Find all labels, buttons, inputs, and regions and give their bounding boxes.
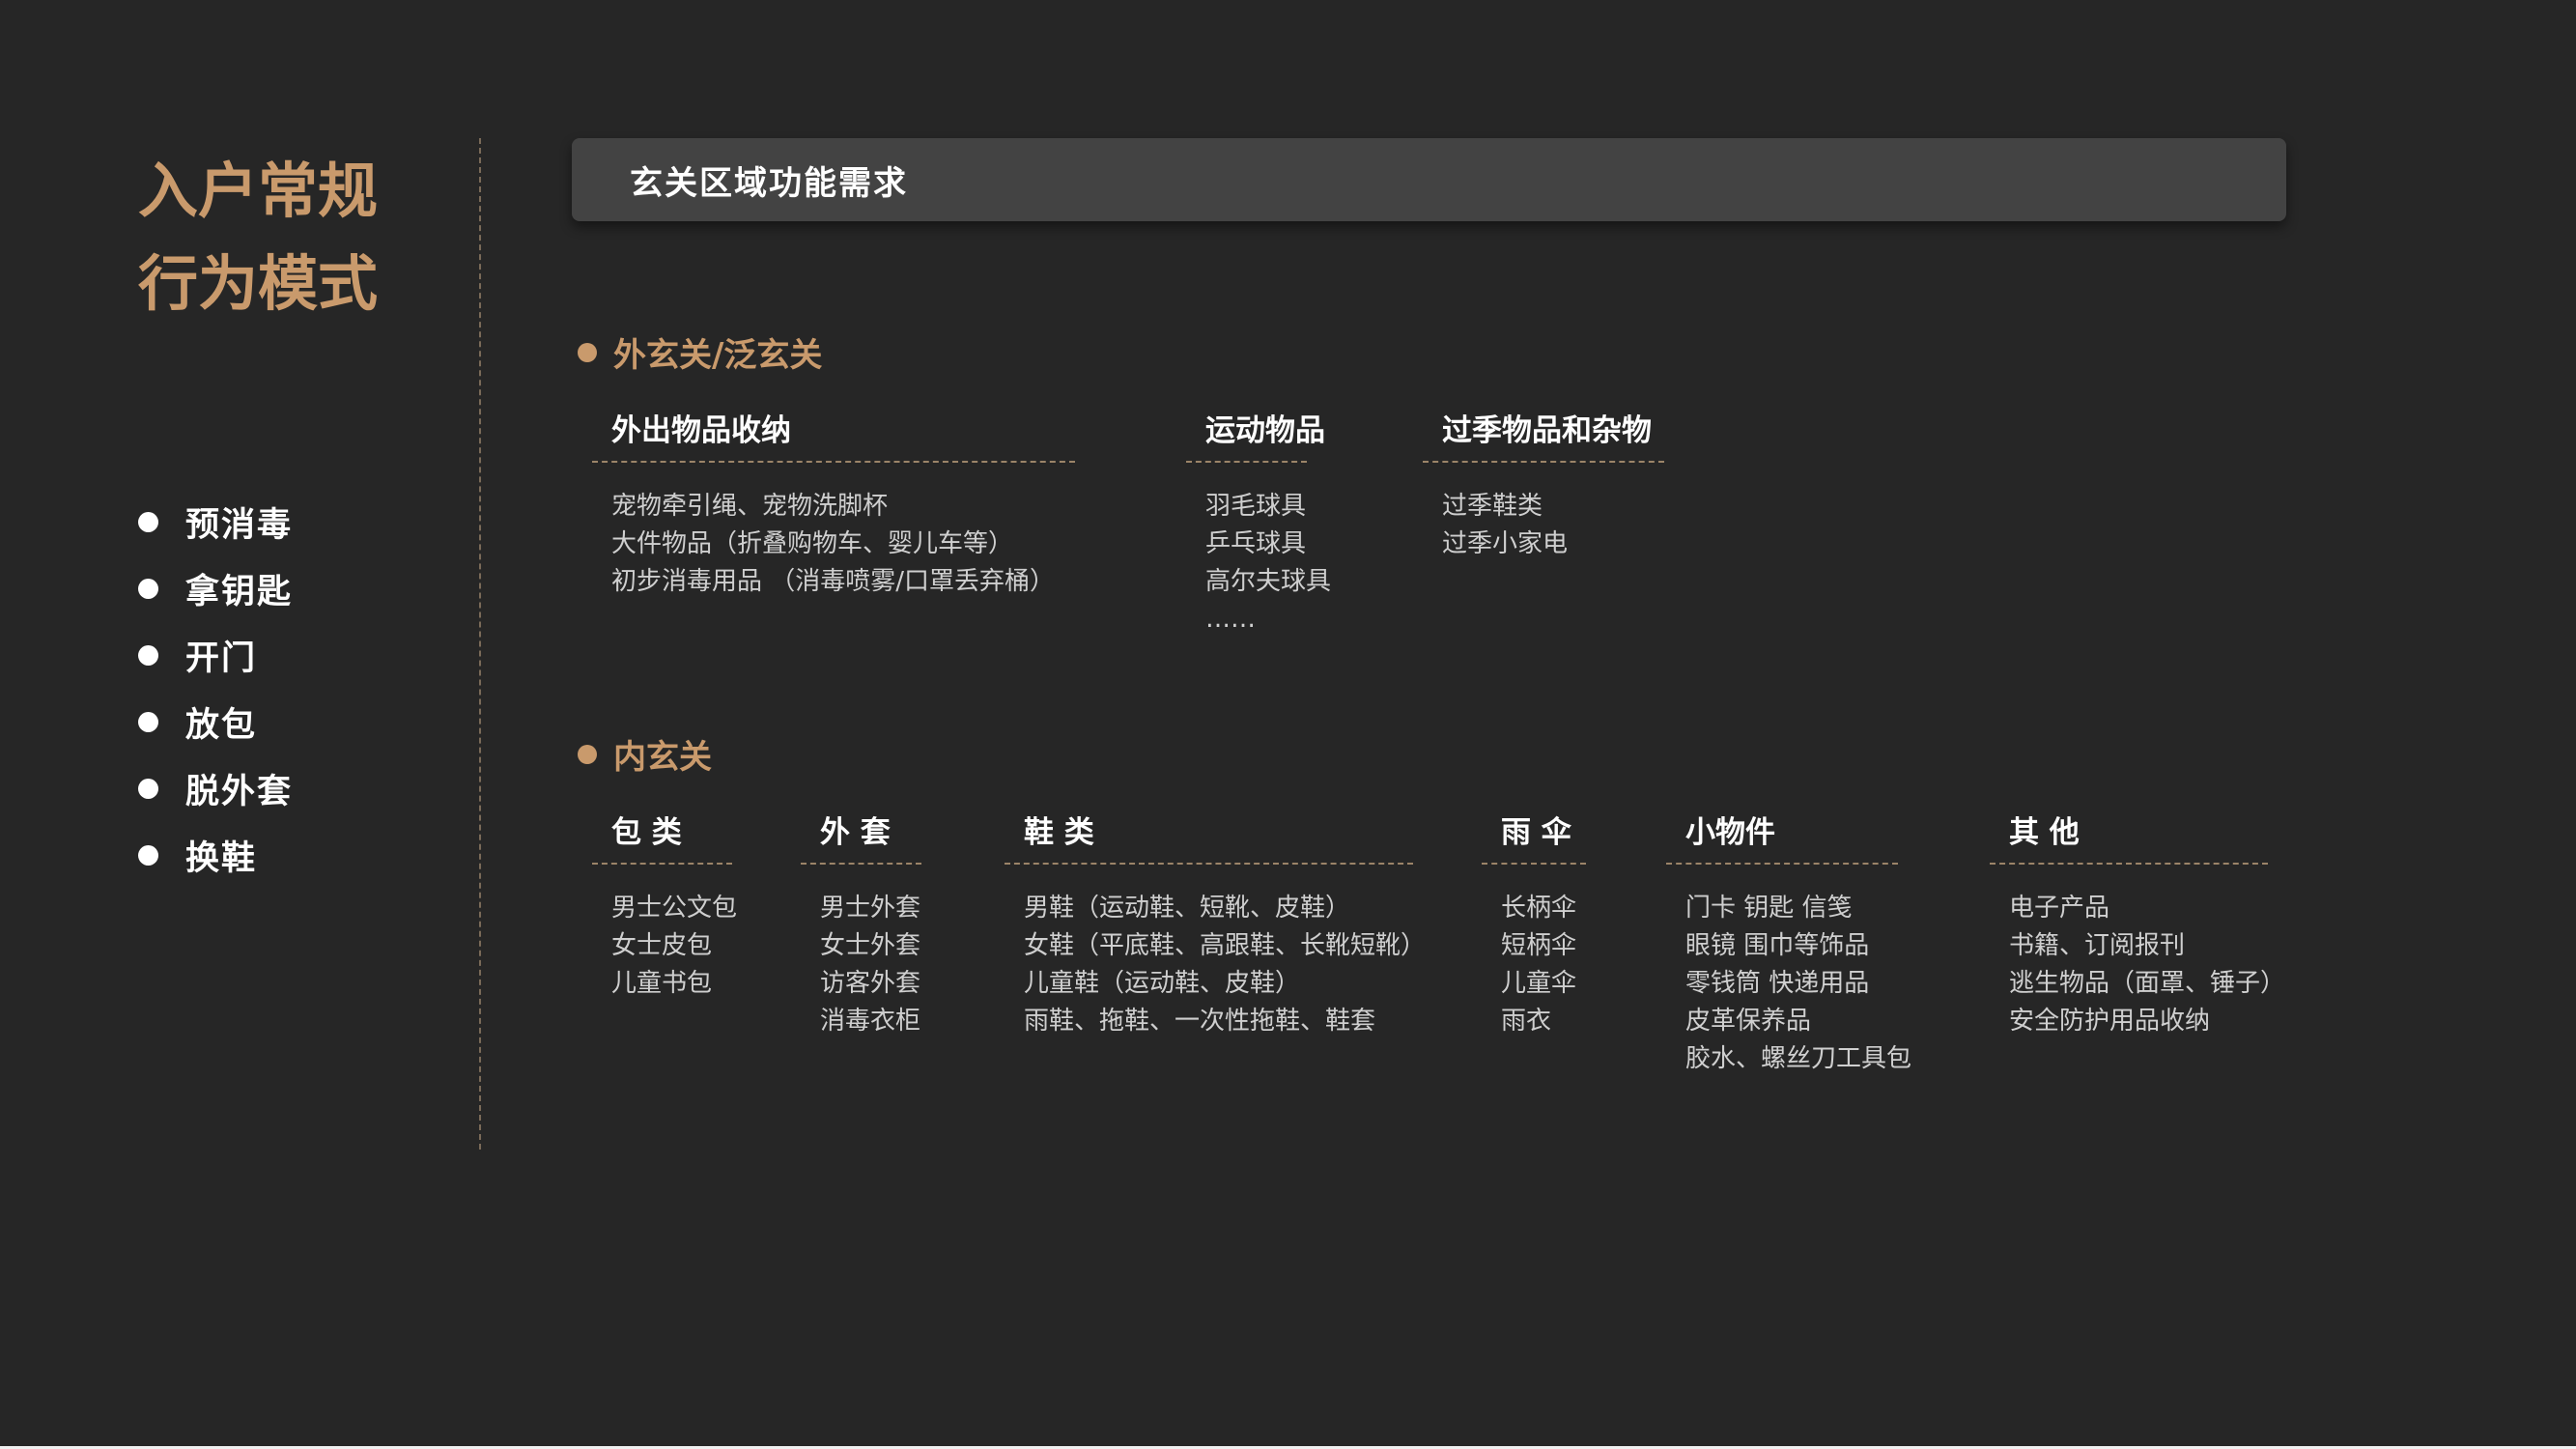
- category-items: 男士外套 女士外套 访客外套 消毒衣柜: [801, 890, 921, 1040]
- category-items: 男鞋（运动鞋、短靴、皮鞋） 女鞋（平底鞋、高跟鞋、长靴短靴） 儿童鞋（运动鞋、皮…: [1005, 890, 1426, 1040]
- category-column: 鞋 类 男鞋（运动鞋、短靴、皮鞋） 女鞋（平底鞋、高跟鞋、长靴短靴） 儿童鞋（运…: [1005, 808, 1426, 1040]
- category-item: 儿童鞋（运动鞋、皮鞋）: [1024, 969, 1301, 998]
- bullet-dot-icon: [138, 512, 158, 532]
- behavior-label: 放包: [185, 706, 258, 745]
- category-items: 男士公文包 女士皮包 儿童书包: [592, 890, 737, 1003]
- section-dot-icon: [578, 744, 597, 764]
- category-item: 安全防护用品收纳: [2009, 1007, 2211, 1036]
- behavior-item: 拿钥匙: [138, 555, 293, 622]
- category-heading: 运动物品: [1186, 406, 1325, 463]
- header-title: 玄关区域功能需求: [630, 163, 908, 203]
- category-item: 儿童伞: [1501, 969, 1577, 998]
- category-items: 宠物牵引绳、宠物洗脚杯 大件物品（折叠购物车、婴儿车等） 初步消毒用品 （消毒喷…: [592, 488, 1075, 601]
- bullet-dot-icon: [138, 779, 158, 799]
- category-item: 男士外套: [820, 894, 921, 923]
- category-column: 雨 伞 长柄伞 短柄伞 儿童伞 雨衣: [1482, 808, 1586, 1040]
- behavior-label: 拿钥匙: [185, 573, 294, 611]
- category-heading: 雨 伞: [1482, 808, 1586, 865]
- category-item: 零钱筒 快递用品: [1685, 969, 1870, 998]
- bullet-dot-icon: [138, 645, 158, 666]
- category-item: 羽毛球具: [1205, 492, 1307, 521]
- category-heading: 鞋 类: [1005, 808, 1413, 865]
- category-item: 男鞋（运动鞋、短靴、皮鞋）: [1024, 894, 1351, 923]
- category-items: 门卡 钥匙 信笺 眼镜 围巾等饰品 零钱筒 快递用品 皮革保养品 胶水、螺丝刀工…: [1666, 890, 1911, 1078]
- category-item: 逃生物品（面罩、锤子）: [2009, 969, 2286, 998]
- category-item: 雨鞋、拖鞋、一次性拖鞋、鞋套: [1024, 1007, 1376, 1036]
- page-title: 入户常规 行为模式: [138, 145, 378, 330]
- category-item: 访客外套: [820, 969, 921, 998]
- category-item: 过季小家电: [1442, 529, 1569, 558]
- category-item: 短柄伞: [1501, 931, 1577, 960]
- category-column: 小物件 门卡 钥匙 信笺 眼镜 围巾等饰品 零钱筒 快递用品 皮革保养品 胶水、…: [1666, 808, 1911, 1078]
- section-header-bar: 玄关区域功能需求: [572, 138, 2286, 221]
- behavior-label: 脱外套: [185, 773, 294, 811]
- page-title-line-1: 入户常规: [138, 156, 379, 226]
- category-heading: 包 类: [592, 808, 732, 865]
- category-items: 电子产品 书籍、订阅报刊 逃生物品（面罩、锤子） 安全防护用品收纳: [1990, 890, 2285, 1040]
- category-column: 外出物品收纳 宠物牵引绳、宠物洗脚杯 大件物品（折叠购物车、婴儿车等） 初步消毒…: [592, 406, 1075, 601]
- category-heading: 小物件: [1666, 808, 1898, 865]
- category-item: 女鞋（平底鞋、高跟鞋、长靴短靴）: [1024, 931, 1427, 960]
- category-column: 运动物品 羽毛球具 乒乓球具 高尔夫球具 ……: [1186, 406, 1331, 639]
- category-item: 初步消毒用品 （消毒喷雾/口罩丢弃桶）: [611, 567, 1056, 596]
- vertical-dashed-divider: [479, 138, 481, 1150]
- behavior-item: 换鞋: [138, 822, 293, 889]
- category-heading: 外出物品收纳: [592, 406, 1075, 463]
- category-item: 皮革保养品: [1685, 1007, 1812, 1036]
- category-item: 书籍、订阅报刊: [2009, 931, 2186, 960]
- category-item: 胶水、螺丝刀工具包: [1685, 1044, 1912, 1073]
- category-item: 长柄伞: [1501, 894, 1577, 923]
- section-inner-entrance: 内玄关: [578, 730, 712, 778]
- category-item: ……: [1205, 605, 1256, 634]
- category-column: 包 类 男士公文包 女士皮包 儿童书包: [592, 808, 737, 1003]
- page-title-line-2: 行为模式: [138, 248, 379, 319]
- category-items: 过季鞋类 过季小家电: [1423, 488, 1664, 563]
- category-item: 消毒衣柜: [820, 1007, 921, 1036]
- category-column: 外 套 男士外套 女士外套 访客外套 消毒衣柜: [801, 808, 921, 1040]
- category-heading: 其 他: [1990, 808, 2268, 865]
- behavior-label: 开门: [185, 639, 258, 678]
- category-item: 宠物牵引绳、宠物洗脚杯: [611, 492, 889, 521]
- category-item: 男士公文包: [611, 894, 738, 923]
- category-item: 女士外套: [820, 931, 921, 960]
- bullet-dot-icon: [138, 712, 158, 732]
- category-item: 儿童书包: [611, 969, 713, 998]
- category-item: 雨衣: [1501, 1007, 1552, 1036]
- behavior-label: 预消毒: [185, 506, 294, 545]
- section-label: 外玄关/泛玄关: [613, 336, 823, 375]
- section-dot-icon: [578, 342, 597, 362]
- category-item: 门卡 钥匙 信笺: [1685, 894, 1853, 923]
- behavior-list: 预消毒 拿钥匙 开门 放包 脱外套 换鞋: [138, 489, 293, 889]
- behavior-item: 预消毒: [138, 489, 293, 555]
- behavior-item: 脱外套: [138, 755, 293, 822]
- category-item: 大件物品（折叠购物车、婴儿车等）: [611, 529, 1014, 558]
- bullet-dot-icon: [138, 579, 158, 599]
- bullet-dot-icon: [138, 845, 158, 866]
- category-heading: 过季物品和杂物: [1423, 406, 1664, 463]
- category-item: 过季鞋类: [1442, 492, 1543, 521]
- category-items: 长柄伞 短柄伞 儿童伞 雨衣: [1482, 890, 1586, 1040]
- behavior-item: 开门: [138, 622, 293, 689]
- behavior-label: 换鞋: [185, 839, 258, 878]
- category-column: 其 他 电子产品 书籍、订阅报刊 逃生物品（面罩、锤子） 安全防护用品收纳: [1990, 808, 2285, 1040]
- category-item: 电子产品: [2009, 894, 2110, 923]
- section-outer-entrance: 外玄关/泛玄关: [578, 328, 822, 376]
- category-item: 乒乓球具: [1205, 529, 1307, 558]
- section-label: 内玄关: [613, 738, 712, 777]
- category-item: 女士皮包: [611, 931, 713, 960]
- category-item: 眼镜 围巾等饰品: [1685, 931, 1870, 960]
- category-column: 过季物品和杂物 过季鞋类 过季小家电: [1423, 406, 1664, 563]
- category-heading: 外 套: [801, 808, 921, 865]
- category-item: 高尔夫球具: [1205, 567, 1332, 596]
- category-items: 羽毛球具 乒乓球具 高尔夫球具 ……: [1186, 488, 1331, 639]
- behavior-item: 放包: [138, 689, 293, 755]
